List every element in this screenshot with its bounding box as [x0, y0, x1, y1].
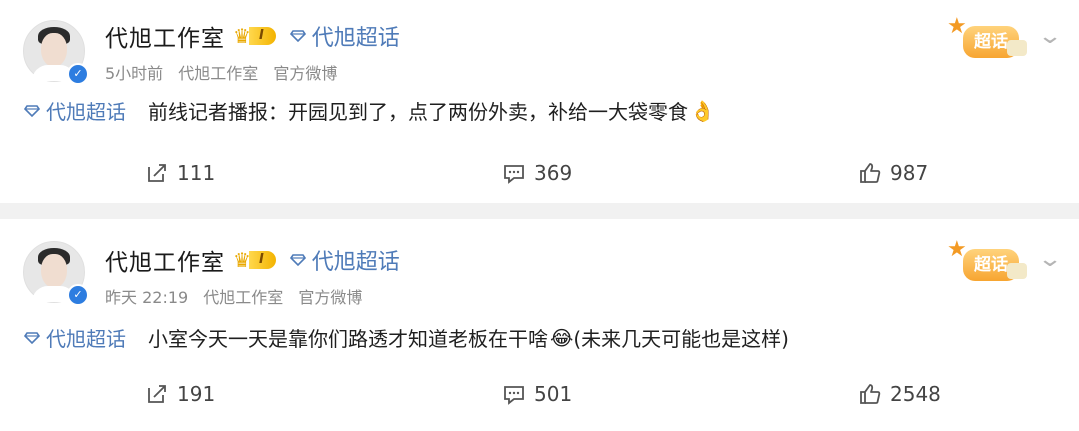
post-source[interactable]: 代旭工作室 [203, 288, 283, 307]
content-topic-label: 代旭超话 [46, 327, 126, 351]
repost-icon [145, 161, 169, 185]
weibo-feed: ✓ 代旭工作室 ♛ I 代旭超话 5小时前 代旭工作室 官方微博 ★ 超话 ⌄ … [0, 0, 1079, 431]
content-text: 小室今天一天是靠你们路透才知道老板在干啥 [148, 327, 548, 351]
content-topic-tag[interactable]: 代旭超话 [24, 323, 126, 352]
post-source[interactable]: 代旭工作室 [178, 64, 258, 83]
comment-icon [502, 382, 526, 406]
chevron-down-icon[interactable]: ⌄ [1035, 26, 1066, 48]
like-count: 2548 [890, 382, 941, 406]
avatar[interactable]: ✓ [23, 20, 89, 85]
supertopic-link[interactable]: 代旭超话 [289, 244, 400, 276]
post-actions: 191 501 2548 [0, 376, 1079, 412]
supertopic-label: 代旭超话 [311, 250, 400, 275]
post-card[interactable]: ✓ 代旭工作室 ♛ I 代旭超话 昨天 22:19 代旭工作室 官方微博 ★ 超… [0, 219, 1079, 431]
repost-button[interactable]: 191 [145, 382, 215, 406]
chevron-down-icon[interactable]: ⌄ [1035, 249, 1066, 271]
diamond-icon [289, 254, 306, 266]
sticker-decoration [1007, 263, 1027, 279]
post-header: 代旭工作室 ♛ I 代旭超话 [105, 244, 400, 276]
diamond-icon [289, 30, 306, 42]
vip-level: I [248, 251, 276, 269]
author-name[interactable]: 代旭工作室 [105, 243, 225, 277]
repost-icon [145, 382, 169, 406]
sticker-decoration [1007, 40, 1027, 56]
post-source-type: 官方微博 [298, 288, 363, 307]
supertopic-sticker[interactable]: ★ 超话 [945, 237, 1027, 287]
supertopic-link[interactable]: 代旭超话 [289, 20, 400, 52]
comment-count: 369 [534, 161, 573, 185]
supertopic-sticker[interactable]: ★ 超话 [945, 14, 1027, 64]
post-meta: 5小时前 代旭工作室 官方微博 [105, 60, 347, 84]
post-header: 代旭工作室 ♛ I 代旭超话 [105, 20, 400, 52]
laugh-emoji: 😂 [550, 325, 574, 350]
ok-hand-emoji: 👌 [690, 98, 715, 123]
repost-button[interactable]: 111 [145, 161, 215, 185]
like-icon [858, 161, 882, 185]
avatar-face [41, 33, 67, 67]
repost-count: 111 [177, 161, 216, 185]
like-count: 987 [890, 161, 929, 185]
post-meta: 昨天 22:19 代旭工作室 官方微博 [105, 284, 372, 308]
comment-icon [502, 161, 526, 185]
post-source-type: 官方微博 [273, 64, 338, 83]
post-time: 5小时前 [105, 64, 164, 83]
verified-badge-icon: ✓ [67, 284, 89, 306]
like-button[interactable]: 2548 [858, 382, 941, 406]
comment-button[interactable]: 501 [502, 382, 572, 406]
vip-level: I [248, 27, 276, 45]
diamond-icon [24, 104, 40, 117]
vip-badge[interactable]: ♛ I [233, 249, 276, 271]
post-content: 代旭超话 前线记者播报：开园见到了，点了两份外卖，补给一大袋零食 👌 [24, 96, 715, 125]
comment-count: 501 [534, 382, 573, 406]
like-icon [858, 382, 882, 406]
supertopic-label: 代旭超话 [311, 26, 400, 51]
post-time: 昨天 22:19 [105, 288, 189, 307]
post-card[interactable]: ✓ 代旭工作室 ♛ I 代旭超话 5小时前 代旭工作室 官方微博 ★ 超话 ⌄ … [0, 0, 1079, 203]
content-suffix: (未来几天可能也是这样) [573, 327, 789, 351]
content-text: 前线记者播报：开园见到了，点了两份外卖，补给一大袋零食 [148, 100, 688, 124]
diamond-icon [24, 331, 40, 344]
content-topic-tag[interactable]: 代旭超话 [24, 96, 126, 125]
repost-count: 191 [177, 382, 216, 406]
comment-button[interactable]: 369 [502, 161, 572, 185]
post-separator [0, 203, 1079, 219]
post-actions: 111 369 987 [0, 155, 1079, 191]
vip-badge[interactable]: ♛ I [233, 25, 276, 47]
post-content: 代旭超话 小室今天一天是靠你们路透才知道老板在干啥 😂 (未来几天可能也是这样) [24, 323, 789, 352]
like-button[interactable]: 987 [858, 161, 928, 185]
content-topic-label: 代旭超话 [46, 100, 126, 124]
verified-badge-icon: ✓ [67, 63, 89, 85]
avatar-face [41, 254, 67, 288]
avatar[interactable]: ✓ [23, 241, 89, 306]
author-name[interactable]: 代旭工作室 [105, 19, 225, 53]
